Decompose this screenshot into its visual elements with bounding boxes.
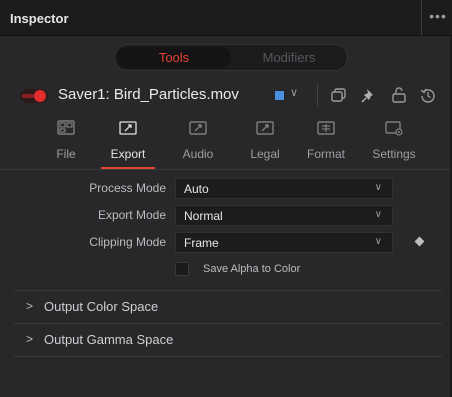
tab-strip-divider xyxy=(0,169,452,170)
export-mode-dropdown[interactable]: Normal ∨ xyxy=(175,205,393,226)
reset-icon[interactable] xyxy=(419,86,437,104)
section-title: Output Color Space xyxy=(44,299,159,314)
tab-settings[interactable]: Settings xyxy=(364,114,424,170)
tab-file[interactable]: File xyxy=(36,114,96,170)
export-mode-label: Export Mode xyxy=(97,208,166,222)
panel-title: Inspector xyxy=(10,11,69,26)
clipping-mode-value: Frame xyxy=(184,236,219,250)
save-alpha-label: Save Alpha to Color xyxy=(203,263,301,275)
tab-format-label: Format xyxy=(306,147,345,161)
tab-export[interactable]: Export xyxy=(98,114,158,170)
tab-file-label: File xyxy=(56,147,76,161)
tab-export-label: Export xyxy=(110,147,146,161)
tools-modifiers-switch: Tools Modifiers xyxy=(114,44,348,71)
export-mode-row: Export Mode Normal ∨ xyxy=(0,205,452,227)
tab-settings-label: Settings xyxy=(372,147,416,161)
lock-icon[interactable] xyxy=(390,86,408,104)
modifiers-tab[interactable]: Modifiers xyxy=(233,47,345,68)
inspector-panel: Inspector ••• Tools Modifiers Saver1: Bi… xyxy=(0,0,452,397)
chevron-down-icon: ∨ xyxy=(374,182,382,193)
tab-format[interactable]: Format xyxy=(296,114,356,170)
output-color-space-section[interactable]: > Output Color Space xyxy=(0,291,452,323)
save-alpha-checkbox[interactable] xyxy=(175,262,189,276)
chevron-down-icon: ∨ xyxy=(374,236,382,247)
keyframe-diamond-icon[interactable] xyxy=(414,236,425,247)
section-divider xyxy=(14,356,442,357)
clipping-mode-label: Clipping Mode xyxy=(89,235,166,249)
process-mode-value: Auto xyxy=(184,182,209,196)
node-color-chip[interactable] xyxy=(275,91,284,100)
inspector-tab-strip: File Export Audio Legal Format Settings xyxy=(0,114,452,170)
settings-icon xyxy=(385,121,403,136)
process-mode-label: Process Mode xyxy=(89,181,166,195)
export-icon xyxy=(119,121,137,135)
process-mode-row: Process Mode Auto ∨ xyxy=(0,178,452,200)
save-alpha-row: Save Alpha to Color xyxy=(0,261,452,279)
chevron-down-icon: ∨ xyxy=(374,209,382,220)
more-options-icon[interactable]: ••• xyxy=(426,8,450,24)
header-divider xyxy=(421,0,422,36)
output-gamma-space-section[interactable]: > Output Gamma Space xyxy=(0,324,452,356)
chevron-right-icon: > xyxy=(26,299,34,313)
clipping-mode-dropdown[interactable]: Frame ∨ xyxy=(175,232,393,253)
toggle-knob xyxy=(34,90,46,102)
process-mode-dropdown[interactable]: Auto ∨ xyxy=(175,178,393,199)
node-row-divider xyxy=(317,84,318,106)
node-name: Saver1: Bird_Particles.mov xyxy=(58,86,239,103)
format-icon xyxy=(317,121,335,135)
clipping-mode-row: Clipping Mode Frame ∨ xyxy=(0,232,452,254)
tab-audio[interactable]: Audio xyxy=(168,114,228,170)
copy-icon[interactable] xyxy=(330,86,348,104)
legal-icon xyxy=(256,121,274,135)
tab-legal-label: Legal xyxy=(250,147,280,161)
inspector-header: Inspector ••• xyxy=(0,0,452,36)
chevron-right-icon: > xyxy=(26,332,34,346)
export-mode-value: Normal xyxy=(184,209,223,223)
tools-tab[interactable]: Tools xyxy=(117,47,231,68)
node-header-row: Saver1: Bird_Particles.mov ∨ xyxy=(0,80,452,112)
tab-audio-label: Audio xyxy=(182,147,214,161)
section-title: Output Gamma Space xyxy=(44,332,174,347)
pin-icon[interactable] xyxy=(360,86,378,104)
audio-icon xyxy=(189,121,207,135)
color-chip-chevron-icon[interactable]: ∨ xyxy=(290,86,298,99)
toggle-track xyxy=(22,94,34,98)
tab-legal[interactable]: Legal xyxy=(235,114,295,170)
file-icon xyxy=(57,120,75,135)
node-enable-toggle[interactable] xyxy=(20,89,48,103)
